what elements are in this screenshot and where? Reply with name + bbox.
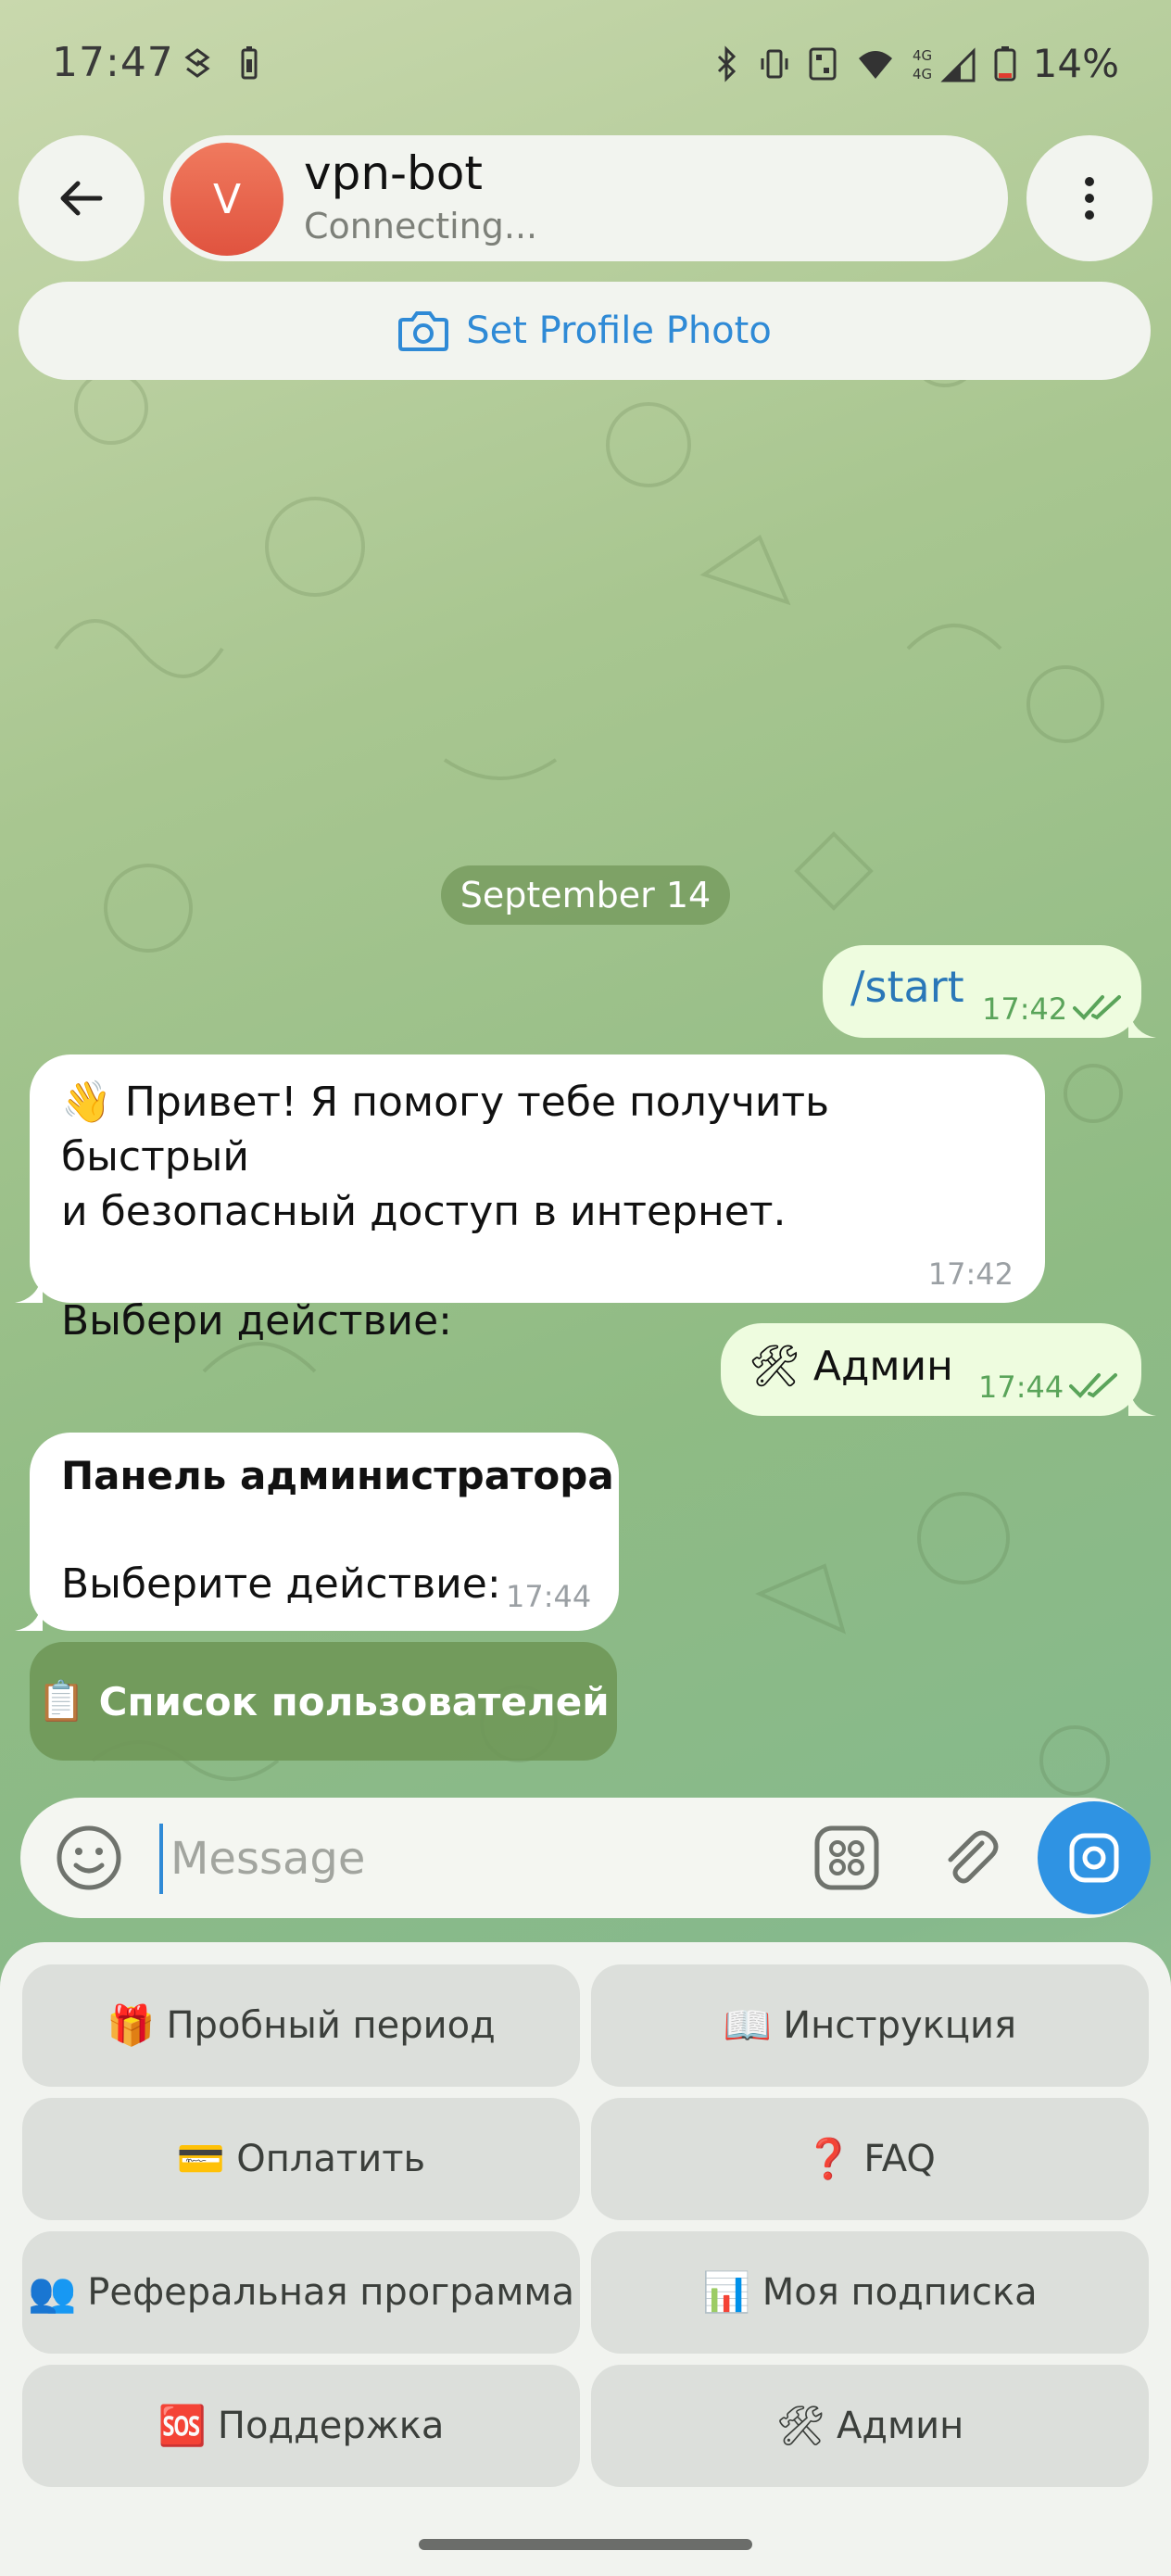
nfc-icon: [809, 47, 837, 80]
arrow-left-icon: [60, 181, 103, 216]
battery-saver-icon: [241, 46, 258, 80]
question-mark-icon: ❓: [804, 2136, 853, 2181]
chat-title: vpn-bot: [304, 146, 483, 200]
users-icon: 👥: [27, 2269, 77, 2315]
keyboard-button-label: Поддержка: [217, 2405, 445, 2447]
date-separator: September 14: [441, 865, 730, 925]
bubble-tail: [1128, 1010, 1156, 1038]
message-composer: [20, 1798, 1151, 1918]
gift-icon: 🎁: [107, 2002, 156, 2048]
back-button[interactable]: [19, 135, 145, 261]
message-time: 17:44: [978, 1370, 1064, 1405]
credit-card-icon: 💳: [176, 2136, 226, 2181]
status-bar: 17:47 4G 4G 14%: [0, 0, 1171, 130]
keyboard-button-label: Админ: [836, 2405, 964, 2447]
message-outgoing[interactable]: /start 17:42: [823, 945, 1156, 1038]
chat-status: Connecting...: [304, 206, 538, 246]
svg-text:4G: 4G: [913, 47, 932, 64]
set-profile-photo-label: Set Profile Photo: [466, 309, 772, 352]
keyboard-button-support[interactable]: 🆘 Поддержка: [22, 2365, 580, 2487]
sos-icon: 🆘: [157, 2403, 207, 2448]
keyboard-button-label: FAQ: [863, 2138, 936, 2180]
keyboard-button-subscription[interactable]: 📊 Моя подписка: [591, 2231, 1149, 2354]
bubble-tail: [1128, 1388, 1156, 1416]
vibrate-icon: [761, 49, 788, 78]
set-profile-photo-button[interactable]: Set Profile Photo: [19, 282, 1151, 380]
message-text[interactable]: /start: [850, 962, 964, 1012]
tools-icon: 🛠: [775, 2403, 825, 2448]
emoji-icon[interactable]: [54, 1823, 124, 1893]
double-check-icon: [1073, 995, 1121, 1020]
message-title[interactable]: Панель администратора: [61, 1453, 614, 1498]
home-indicator[interactable]: [419, 2539, 752, 2550]
bluetooth-icon: [717, 44, 736, 82]
inline-button-label: Список пользователей: [98, 1678, 610, 1724]
message-outgoing[interactable]: 🛠 Админ 17:44: [721, 1323, 1156, 1416]
bubble-tail: [15, 1275, 43, 1303]
keyboard-button-trial[interactable]: 🎁 Пробный период: [22, 1964, 580, 2087]
camera-icon: [398, 311, 449, 351]
avatar[interactable]: V: [170, 143, 283, 256]
inline-button-user-list[interactable]: 📋 Список пользователей: [30, 1642, 617, 1761]
clipboard-icon: 📋: [37, 1678, 86, 1724]
message-time: 17:44: [506, 1579, 592, 1614]
message-text[interactable]: 👋 Привет! Я помогу тебе получить быстрый…: [61, 1075, 1025, 1348]
paperclip-icon[interactable]: [934, 1823, 1004, 1893]
more-vertical-icon: [1085, 177, 1094, 220]
keyboard-button-label: Инструкция: [783, 2004, 1017, 2047]
bubble-tail: [15, 1603, 43, 1631]
bar-chart-icon: 📊: [702, 2269, 751, 2315]
message-incoming[interactable]: Панель администратора Выберите действие:…: [15, 1433, 619, 1631]
message-time: 17:42: [982, 991, 1068, 1027]
message-incoming[interactable]: 👋 Привет! Я помогу тебе получить быстрый…: [15, 1054, 1045, 1345]
keyboard-button-label: Пробный период: [166, 2004, 496, 2047]
camera-circle-icon: [1069, 1833, 1119, 1883]
keyboard-button-admin[interactable]: 🛠 Админ: [591, 2365, 1149, 2487]
keyboard-button-referral[interactable]: 👥 Реферальная программа: [22, 2231, 580, 2354]
keyboard-button-pay[interactable]: 💳 Оплатить: [22, 2098, 580, 2220]
battery-low-icon: [994, 45, 1016, 81]
reply-keyboard: 🎁 Пробный период 📖 Инструкция 💳 Оплатить…: [0, 1942, 1171, 2576]
keyboard-button-faq[interactable]: ❓ FAQ: [591, 2098, 1149, 2220]
keyboard-button-label: Оплатить: [236, 2138, 426, 2180]
signal-4g-icon: 4G4G: [913, 47, 976, 82]
status-time: 17:47: [52, 39, 174, 86]
svg-text:4G: 4G: [913, 66, 932, 82]
camera-record-button[interactable]: [1038, 1801, 1151, 1914]
book-icon: 📖: [723, 2002, 773, 2048]
sync-icon: [184, 48, 210, 78]
keyboard-button-instructions[interactable]: 📖 Инструкция: [591, 1964, 1149, 2087]
bot-keyboard-icon[interactable]: [812, 1823, 882, 1893]
keyboard-button-label: Реферальная программа: [87, 2271, 575, 2314]
message-text[interactable]: Выберите действие:: [61, 1560, 501, 1608]
chat-header[interactable]: V vpn-bot Connecting...: [163, 135, 1008, 261]
wifi-icon: [858, 50, 892, 79]
message-time: 17:42: [927, 1256, 1014, 1292]
keyboard-button-label: Моя подписка: [762, 2271, 1038, 2314]
message-input[interactable]: [159, 1824, 802, 1894]
message-text[interactable]: 🛠 Админ: [749, 1342, 953, 1390]
double-check-icon: [1069, 1373, 1117, 1398]
battery-percent: 14%: [1032, 41, 1119, 86]
more-menu-button[interactable]: [1026, 135, 1152, 261]
